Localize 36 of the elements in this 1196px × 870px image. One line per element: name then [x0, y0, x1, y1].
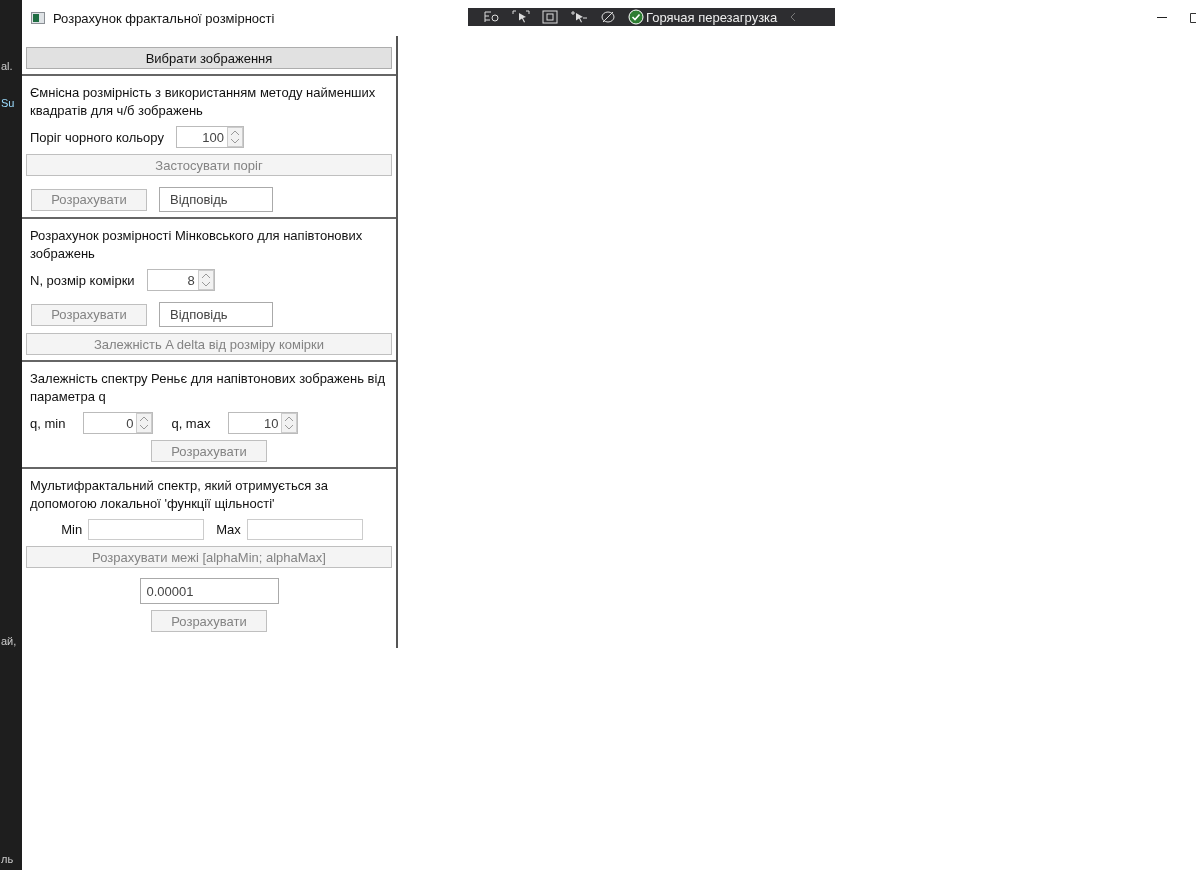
field-label: Поріг чорного кольору — [30, 129, 164, 145]
cursor-icon[interactable] — [570, 10, 588, 24]
input-field[interactable] — [246, 519, 363, 540]
input-field[interactable]: 0.00001 — [139, 578, 279, 604]
number-spinner[interactable]: 10 — [228, 412, 299, 434]
field-label: N, розмір комірки — [30, 272, 135, 288]
cursor-icon[interactable] — [512, 10, 530, 24]
window-title: Розрахунок фрактальної розмірності — [53, 10, 275, 26]
number-spinner[interactable]: 100 — [175, 126, 244, 148]
select-image-button[interactable]: Вибрати зображення — [26, 47, 392, 69]
field-label: Min — [61, 522, 83, 537]
section-title: Мультифрактальний спектр, який отримується за допомогою локальної 'функції щільності' — [29, 477, 329, 513]
number-spinner[interactable]: 8 — [146, 269, 215, 291]
answer-field[interactable]: Відповідь — [159, 302, 273, 327]
settings-icon[interactable] — [484, 10, 500, 24]
maximize-icon — [1190, 13, 1196, 23]
background-text: ай, — [1, 635, 17, 647]
answer-field[interactable]: Відповідь — [159, 187, 273, 212]
field-label: q, min — [30, 415, 66, 431]
background-text: Su — [1, 97, 15, 109]
eye-slash-icon[interactable] — [600, 10, 616, 24]
square-icon[interactable] — [542, 10, 558, 24]
background-text: al. — [1, 60, 13, 72]
background-text: ль — [1, 853, 14, 865]
chevron-icon[interactable] — [789, 11, 798, 23]
number-spinner[interactable]: 0 — [83, 412, 154, 434]
section-title: Розрахунок розмірності Мінковського для напівтонових зображень — [29, 227, 364, 263]
field-label: Max — [216, 522, 241, 537]
hot-reload-label: Горячая перезагрузка — [646, 9, 778, 25]
check-circle-icon[interactable] — [628, 9, 644, 25]
input-field[interactable] — [88, 519, 205, 540]
section-title: Ємнісна розмірність з використанням методу найменших квадратів для ч/б зображень — [29, 84, 377, 120]
window-icon — [31, 12, 45, 24]
field-label: q, max — [171, 415, 211, 431]
section-title: Залежність спектру Реньє для напівтонових зображень від параметра q — [29, 370, 386, 406]
minimize-icon — [1157, 17, 1167, 19]
